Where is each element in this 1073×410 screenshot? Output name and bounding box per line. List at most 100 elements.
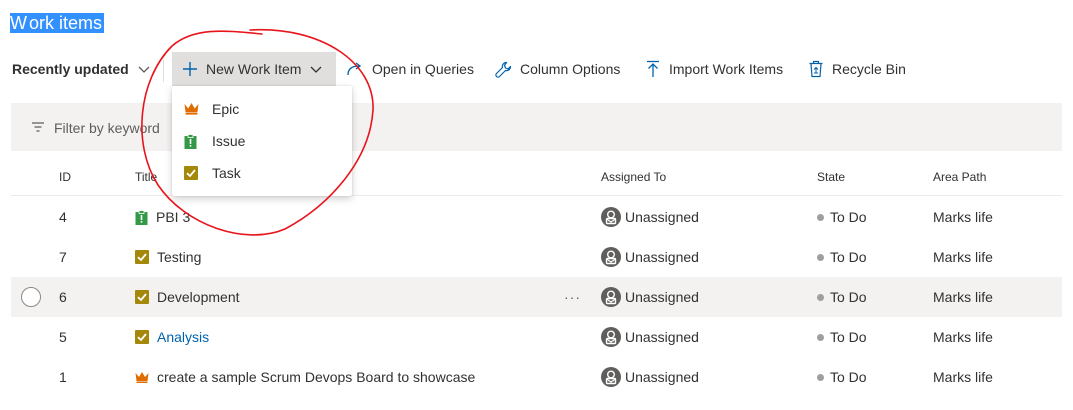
unassigned-avatar-icon [601, 367, 621, 387]
row-assigned-cell: Unassigned [601, 357, 699, 397]
row-title[interactable]: Development [157, 289, 240, 305]
table-row[interactable]: 1 create a sample Scrum Devops Board to … [11, 357, 1062, 397]
upload-arrow-icon [647, 60, 659, 77]
row-title-link[interactable]: Analysis [157, 329, 209, 345]
task-checkbox-icon [135, 290, 149, 304]
recycle-bin-icon [809, 60, 823, 78]
row-assigned-cell: Unassigned [601, 277, 699, 317]
row-id: 4 [59, 209, 67, 225]
row-assigned: Unassigned [625, 209, 699, 225]
page-title: Work items [10, 13, 105, 34]
issue-clipboard-icon [135, 209, 148, 225]
clipboard-icon [184, 134, 197, 149]
row-assigned: Unassigned [625, 249, 699, 265]
row-assigned-cell: Unassigned [601, 237, 699, 277]
unassigned-avatar-icon [601, 327, 621, 347]
row-title-cell[interactable]: Analysis [135, 317, 209, 357]
filter-icon [32, 122, 44, 132]
table-row[interactable]: 7 Testing Unassigned To Do Marks life [11, 237, 1062, 277]
row-state: To Do [830, 369, 867, 385]
column-header-title[interactable]: Title [135, 170, 157, 184]
crown-icon [184, 102, 199, 115]
page-title-rest: ork items [29, 13, 105, 33]
new-work-item-label: New Work Item [206, 61, 302, 77]
table-row[interactable]: 4 PBI 3 Unassigned To Do Marks life [11, 197, 1062, 237]
unassigned-avatar-icon [601, 207, 621, 227]
row-title-cell[interactable]: Development [135, 277, 240, 317]
row-id: 5 [59, 329, 67, 345]
menu-item-label: Epic [212, 101, 240, 117]
row-title-cell[interactable]: Testing [135, 237, 201, 277]
state-dot [817, 213, 824, 221]
page-title-selected-text: W [10, 13, 29, 33]
row-state: To Do [830, 209, 867, 225]
row-assigned: Unassigned [625, 369, 699, 385]
row-area: Marks life [933, 329, 993, 345]
menu-item-task[interactable]: Task [172, 157, 352, 189]
header-divider [11, 195, 1062, 196]
new-work-item-button[interactable]: New Work Item [172, 52, 336, 86]
column-header-id[interactable]: ID [59, 170, 71, 184]
row-id: 1 [59, 369, 67, 385]
more-actions-button[interactable]: ··· [564, 277, 581, 317]
import-work-items-button[interactable]: Import Work Items [645, 52, 783, 86]
row-state-cell: To Do [817, 277, 867, 317]
import-work-items-label: Import Work Items [669, 61, 784, 77]
row-area: Marks life [933, 249, 993, 265]
state-dot [817, 253, 824, 261]
row-area: Marks life [933, 209, 993, 225]
recycle-bin-button[interactable]: Recycle Bin [808, 52, 906, 86]
filter-bar[interactable]: Filter by keyword [11, 103, 1062, 151]
epic-crown-icon [135, 371, 149, 383]
toolbar-divider [163, 60, 164, 82]
chevron-down-icon [310, 66, 322, 73]
unassigned-avatar-icon [601, 247, 621, 267]
state-dot [817, 373, 824, 381]
menu-item-issue[interactable]: Issue [172, 125, 352, 157]
state-dot [817, 333, 824, 341]
menu-item-label: Issue [212, 133, 246, 149]
open-in-queries-button[interactable]: Open in Queries [346, 52, 474, 86]
row-title[interactable]: Testing [157, 249, 201, 265]
column-header-area-path[interactable]: Area Path [933, 170, 986, 184]
task-checkbox-icon [135, 330, 149, 344]
row-area: Marks life [933, 369, 993, 385]
recently-updated-dropdown[interactable]: Recently updated [12, 52, 151, 86]
row-id: 6 [59, 289, 67, 305]
column-header-assigned-to[interactable]: Assigned To [601, 170, 666, 184]
row-title[interactable]: PBI 3 [156, 209, 190, 225]
table-row[interactable]: 5 Analysis Unassigned To Do Marks life [11, 317, 1062, 357]
menu-item-label: Task [212, 165, 241, 181]
row-select-radio[interactable] [21, 287, 41, 307]
checkbox-icon [184, 166, 198, 180]
table-row[interactable]: 6 Development ··· Unassigned To Do Marks… [11, 277, 1062, 317]
open-in-queries-label: Open in Queries [372, 61, 474, 77]
menu-item-epic[interactable]: Epic [172, 93, 352, 125]
row-assigned-cell: Unassigned [601, 317, 699, 357]
wrench-icon [495, 61, 512, 78]
row-assigned: Unassigned [625, 289, 699, 305]
row-state-cell: To Do [817, 197, 867, 237]
row-title[interactable]: create a sample Scrum Devops Board to sh… [157, 369, 475, 385]
row-state-cell: To Do [817, 237, 867, 277]
row-state: To Do [830, 249, 867, 265]
row-assigned: Unassigned [625, 329, 699, 345]
recently-updated-label: Recently updated [12, 61, 129, 77]
plus-icon [183, 62, 197, 76]
column-options-button[interactable]: Column Options [495, 52, 620, 86]
row-state: To Do [830, 329, 867, 345]
row-area: Marks life [933, 289, 993, 305]
row-state-cell: To Do [817, 357, 867, 397]
row-assigned-cell: Unassigned [601, 197, 699, 237]
chevron-down-icon [138, 66, 150, 73]
row-title-cell[interactable]: PBI 3 [135, 197, 190, 237]
redo-arrow-icon [347, 62, 362, 76]
filter-placeholder: Filter by keyword [54, 120, 160, 136]
unassigned-avatar-icon [601, 287, 621, 307]
task-checkbox-icon [135, 250, 149, 264]
row-state: To Do [830, 289, 867, 305]
column-header-state[interactable]: State [817, 170, 845, 184]
row-state-cell: To Do [817, 317, 867, 357]
row-title-cell[interactable]: create a sample Scrum Devops Board to sh… [135, 357, 475, 397]
new-work-item-menu: Epic Issue Task [172, 86, 352, 196]
